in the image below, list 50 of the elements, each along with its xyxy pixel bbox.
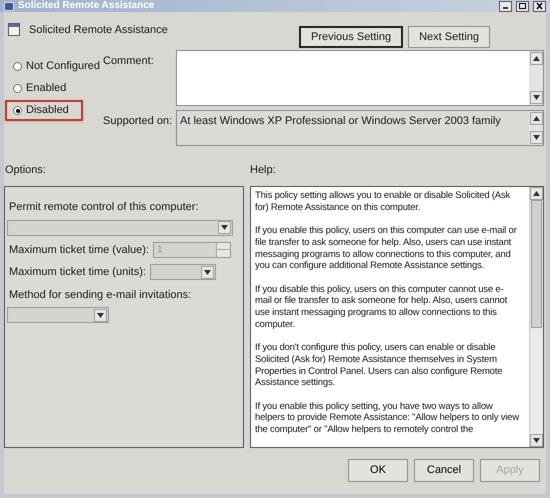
field-label: Supported on: <box>103 114 174 129</box>
radio-label: Disabled <box>26 103 69 118</box>
section-label: Help: <box>250 162 276 178</box>
close-button[interactable] <box>533 0 546 12</box>
help-paragraph: This policy setting allows you to enable or disable Solicited (Ask for) Remote Assistance on this computer. <box>255 190 512 214</box>
scroll-down-button[interactable] <box>530 434 543 447</box>
scroll-down-button[interactable] <box>530 91 543 104</box>
down-arrow-icon <box>533 135 540 140</box>
down-arrow-icon <box>533 95 540 100</box>
supported-on-field: At least Windows XP Professional or Windows Server 2003 family <box>176 110 544 146</box>
scrollbar-thumb[interactable] <box>531 200 542 328</box>
option-label: Maximum ticket time (units): <box>9 265 146 280</box>
scroll-down-button[interactable] <box>530 131 543 144</box>
scroll-up-button[interactable] <box>530 112 543 125</box>
scroll-up-button[interactable] <box>530 187 543 200</box>
up-arrow-icon <box>533 56 540 61</box>
radio-button[interactable] <box>13 84 22 93</box>
policy-title: Solicited Remote Assistance <box>29 23 169 38</box>
dialog-button[interactable]: Cancel <box>414 459 474 482</box>
radio-label: Enabled <box>26 81 66 96</box>
window-title: Solicited Remote Assistance <box>18 1 156 11</box>
option-label: Method for sending e-mail invitations: <box>9 288 192 302</box>
maximize-button[interactable] <box>516 0 529 12</box>
radio-label: Not Configured <box>26 59 100 74</box>
down-arrow-icon <box>221 225 228 230</box>
up-arrow-icon <box>533 116 540 121</box>
minimize-button[interactable] <box>499 0 512 12</box>
app-icon <box>4 2 14 10</box>
setting-nav-button[interactable]: Next Setting <box>408 26 490 48</box>
help-paragraph: If you enable this policy setting, you have two ways to allow helpers to provide Remote Assistance: "Allow helpers to only view the computer" or "Allow helpers to remotely control the <box>255 400 520 436</box>
help-paragraph: If you don't configure this policy, users can enable or disable Solicited (Ask for) Remote Assistance themselves in System Properties in Control Panel. Users can also configure Remote Assistance settings. <box>255 342 504 389</box>
down-arrow-icon <box>533 438 540 443</box>
option-label: Permit remote control of this computer: <box>9 200 200 215</box>
maximize-icon <box>518 2 527 10</box>
dialog-button[interactable]: OK <box>348 459 408 482</box>
radio-button[interactable] <box>13 106 22 115</box>
setting-nav-button[interactable]: Previous Setting <box>299 26 404 48</box>
comment-field[interactable] <box>176 50 544 106</box>
field-label: Comment: <box>103 54 155 69</box>
scroll-up-button[interactable] <box>530 52 543 65</box>
radio-button[interactable] <box>13 62 22 71</box>
down-arrow-icon <box>204 270 211 275</box>
policy-icon <box>8 23 20 36</box>
section-label: Options: <box>4 162 47 178</box>
up-arrow-icon <box>533 191 540 196</box>
help-paragraph: If you enable this policy, users on this computer can use e-mail or file transfer to ask someone for help. Also, users can use instant messaging programs to allow connections to this computer, and you can configure additional Remote Assistance settings. <box>255 225 518 272</box>
close-icon <box>535 2 544 10</box>
option-label: Maximum ticket time (value): <box>9 242 149 258</box>
help-paragraph: If you disable this policy, users on this computer cannot use e- mail or file transfer to ask someone for help. Also, users cannot use instant messaging programs to allow connections to this computer. <box>255 284 508 330</box>
down-arrow-icon <box>97 312 104 318</box>
